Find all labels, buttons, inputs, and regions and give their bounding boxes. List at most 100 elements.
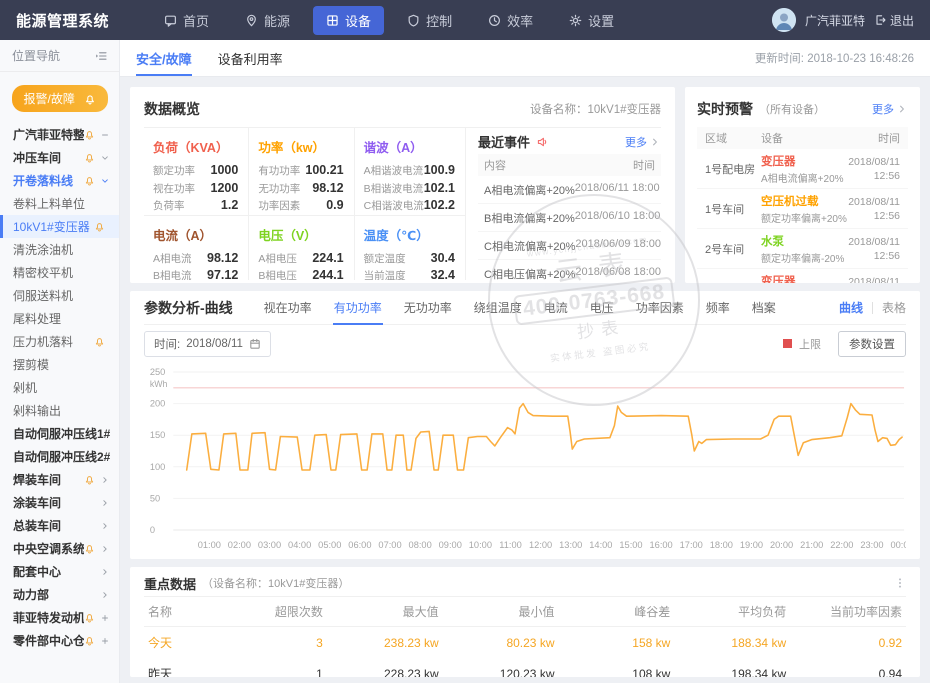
efficiency-icon bbox=[488, 14, 501, 27]
key-data-panel: 重点数据 （设备名称：10kV1#变压器） 名称超限次数最大值最小值峰谷差平均负… bbox=[130, 567, 920, 677]
view-curve-button[interactable]: 曲线 bbox=[839, 299, 863, 316]
alert-time: 2018/08/1112:56 bbox=[848, 235, 900, 263]
metric-row: B相电压244.1 bbox=[258, 267, 343, 280]
device-icon bbox=[326, 14, 339, 27]
sidebar-item-label: 动力部 bbox=[13, 586, 100, 603]
sidebar-item-label: 焊装车间 bbox=[13, 471, 84, 488]
minus-icon bbox=[100, 130, 110, 140]
chart-tab-3[interactable]: 绕组温度 bbox=[463, 291, 533, 324]
nav-energy[interactable]: 能源 bbox=[232, 6, 303, 35]
chart-tab-4[interactable]: 电流 bbox=[533, 291, 579, 324]
bell-icon bbox=[84, 152, 95, 163]
svg-text:15:00: 15:00 bbox=[619, 539, 642, 550]
sidebar-item-13[interactable]: 自动伺服冲压线1# bbox=[0, 422, 119, 445]
speaker-icon bbox=[537, 136, 549, 148]
row-name: 昨天 bbox=[144, 658, 228, 677]
chart-tabs: 视在功率有功功率无功功率绕组温度电流电压功率因素频率档案 bbox=[253, 291, 787, 324]
sidebar-item-0[interactable]: 广汽菲亚特整车厂 bbox=[0, 123, 119, 146]
view-table-button[interactable]: 表格 bbox=[882, 299, 906, 316]
table-col-3: 最小值 bbox=[443, 597, 559, 627]
nav-home[interactable]: 首页 bbox=[151, 6, 222, 35]
alert-desc: 额定功率偏离+20% bbox=[761, 210, 848, 225]
alert-device: 变压器 bbox=[761, 273, 848, 283]
topbar: 能源管理系统 首页能源设备控制效率设置 广汽菲亚特 退出 bbox=[0, 0, 930, 40]
sidebar-item-18[interactable]: 中央空调系统 bbox=[0, 537, 119, 560]
sidebar-item-1[interactable]: 冲压车间 bbox=[0, 146, 119, 169]
sidebar-item-15[interactable]: 焊装车间 bbox=[0, 468, 119, 491]
sidebar-item-22[interactable]: 零件部中心仓库 bbox=[0, 629, 119, 652]
alerts-subtitle: （所有设备） bbox=[759, 101, 825, 117]
metric-card-title: 功率（kw） bbox=[258, 137, 343, 156]
nav-efficiency[interactable]: 效率 bbox=[475, 6, 546, 35]
sidebar-item-21[interactable]: 菲亚特发动机厂 bbox=[0, 606, 119, 629]
alert-device: 变压器 bbox=[761, 153, 848, 169]
alerts-column-header: 区域 设备 时间 bbox=[697, 127, 908, 149]
sidebar-item-11[interactable]: 剁机 bbox=[0, 376, 119, 399]
sidebar-item-20[interactable]: 动力部 bbox=[0, 583, 119, 606]
chart-tab-6[interactable]: 功率因素 bbox=[625, 291, 695, 324]
metric-card-2: 谐波（A）A相谐波电流100.9B相谐波电流102.1C相谐波电流102.2 bbox=[355, 128, 465, 216]
sidebar-item-17[interactable]: 总装车间 bbox=[0, 514, 119, 537]
table-col-6: 当前功率因素 bbox=[790, 597, 906, 627]
tab-safety-fault[interactable]: 安全/故障 bbox=[136, 40, 192, 76]
nav-label: 能源 bbox=[264, 11, 290, 30]
chart-tab-7[interactable]: 频率 bbox=[695, 291, 741, 324]
metric-card-title: 电压（V） bbox=[258, 225, 343, 244]
svg-text:13:00: 13:00 bbox=[559, 539, 582, 550]
sidebar-item-2[interactable]: 开卷落料线 bbox=[0, 169, 119, 192]
nav-settings[interactable]: 设置 bbox=[556, 6, 627, 35]
key-data-table: 名称超限次数最大值最小值峰谷差平均负荷当前功率因素今天3238.23 kw80.… bbox=[144, 596, 906, 677]
sidebar-item-8[interactable]: 尾料处理 bbox=[0, 307, 119, 330]
chart-tab-8[interactable]: 档案 bbox=[741, 291, 787, 324]
kebab-menu-icon[interactable] bbox=[894, 577, 906, 589]
user-photo-icon bbox=[772, 8, 796, 32]
alarm-fault-button[interactable]: 报警/故障 bbox=[12, 85, 108, 112]
alerts-more-link[interactable]: 更多 bbox=[872, 101, 908, 117]
date-picker[interactable]: 时间: 2018/08/11 bbox=[144, 331, 271, 357]
metric-card-0: 负荷（KVA）额定功率1000视在功率1200负荷率1.2 bbox=[144, 128, 249, 216]
metric-card-title: 负荷（KVA） bbox=[153, 137, 238, 156]
sidebar-item-14[interactable]: 自动伺服冲压线2# bbox=[0, 445, 119, 468]
table-col-5: 平均负荷 bbox=[674, 597, 790, 627]
sidebar-item-10[interactable]: 摆剪模 bbox=[0, 353, 119, 376]
realtime-alerts-panel: 实时预警 （所有设备） 更多 区域 设备 时间 1号配电房变 bbox=[685, 87, 920, 283]
events-more-link[interactable]: 更多 bbox=[625, 134, 661, 150]
energy-icon bbox=[245, 14, 258, 27]
sidebar-item-5[interactable]: 清洗涂油机 bbox=[0, 238, 119, 261]
chevron-right-icon bbox=[100, 544, 110, 554]
nav-label: 设置 bbox=[588, 11, 614, 30]
nav-control[interactable]: 控制 bbox=[394, 6, 465, 35]
collapse-icon[interactable] bbox=[95, 50, 107, 62]
sidebar-item-12[interactable]: 剁料输出 bbox=[0, 399, 119, 422]
metric-label: A相谐波电流 bbox=[364, 163, 424, 180]
sidebar-item-3[interactable]: 卷料上料单位 bbox=[0, 192, 119, 215]
chevron-right-icon bbox=[100, 498, 110, 508]
alert-time: 2018/08/1112:56 bbox=[848, 155, 900, 183]
tab-device-utilization[interactable]: 设备利用率 bbox=[218, 40, 283, 76]
power-curve-chart: 050100150200250kWh01:0002:0003:0004:0005… bbox=[144, 362, 906, 552]
nav-device[interactable]: 设备 bbox=[313, 6, 384, 35]
chevron-right-icon bbox=[100, 475, 110, 485]
sidebar-item-6[interactable]: 精密校平机 bbox=[0, 261, 119, 284]
more-label: 更多 bbox=[625, 134, 647, 150]
chevron-down-icon bbox=[100, 153, 110, 163]
metric-value: 0.9 bbox=[326, 197, 343, 214]
sidebar-item-9[interactable]: 压力机落料 bbox=[0, 330, 119, 353]
svg-text:12:00: 12:00 bbox=[529, 539, 552, 550]
chart-tab-1[interactable]: 有功功率 bbox=[323, 291, 393, 324]
param-settings-button[interactable]: 参数设置 bbox=[838, 331, 906, 357]
chart-tab-2[interactable]: 无功功率 bbox=[393, 291, 463, 324]
sidebar-item-7[interactable]: 伺服送料机 bbox=[0, 284, 119, 307]
chart-title: 参数分析-曲线 bbox=[144, 298, 233, 318]
sidebar-item-19[interactable]: 配套中心 bbox=[0, 560, 119, 583]
svg-text:100: 100 bbox=[150, 461, 165, 472]
logout-button[interactable]: 退出 bbox=[874, 12, 914, 29]
event-row: C相电流偏离+20%2018/06/09 18:00 bbox=[478, 232, 661, 260]
metric-value: 102.1 bbox=[424, 180, 455, 197]
avatar[interactable] bbox=[772, 8, 796, 32]
sidebar-item-4[interactable]: 10kV1#变压器 bbox=[0, 215, 119, 238]
chart-tab-5[interactable]: 电压 bbox=[579, 291, 625, 324]
metric-value: 224.1 bbox=[312, 250, 343, 267]
chart-tab-0[interactable]: 视在功率 bbox=[253, 291, 323, 324]
sidebar-item-16[interactable]: 涂装车间 bbox=[0, 491, 119, 514]
